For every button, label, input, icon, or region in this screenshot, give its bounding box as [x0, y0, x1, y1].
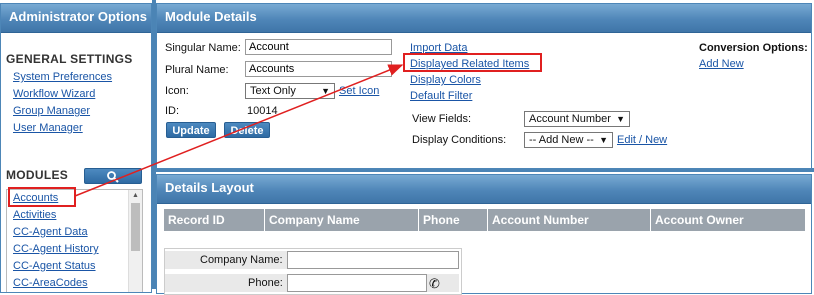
- column-record-id[interactable]: Record ID: [164, 209, 265, 231]
- default-filter-link[interactable]: Default Filter: [410, 90, 472, 102]
- module-item-cc-areacodes[interactable]: CC-AreaCodes: [13, 277, 88, 289]
- icon-label: Icon:: [165, 85, 189, 97]
- modules-list: Accounts Activities CC-Agent Data CC-Age…: [6, 189, 143, 292]
- company-name-form-label: Company Name:: [200, 254, 283, 266]
- set-icon-link[interactable]: Set Icon: [339, 85, 379, 97]
- nav-link-system-preferences[interactable]: System Preferences: [13, 71, 112, 83]
- singular-name-label: Singular Name:: [165, 42, 241, 54]
- chevron-down-icon: ▼: [599, 135, 608, 145]
- search-icon: [107, 171, 119, 183]
- view-fields-value: Account Number: [529, 113, 611, 125]
- plural-name-label: Plural Name:: [165, 64, 229, 76]
- column-account-owner[interactable]: Account Owner: [651, 209, 805, 231]
- layout-form: Company Name: Phone: ✆: [164, 248, 462, 295]
- plural-name-input[interactable]: [245, 61, 392, 77]
- icon-select[interactable]: Text Only ▼: [245, 83, 335, 99]
- module-item-activities[interactable]: Activities: [13, 209, 56, 221]
- delete-button[interactable]: Delete: [224, 122, 270, 138]
- icon-select-value: Text Only: [250, 85, 296, 97]
- scroll-thumb[interactable]: [131, 203, 140, 251]
- module-details-panel: Module Details Singular Name: Plural Nam…: [156, 3, 812, 169]
- display-conditions-select[interactable]: -- Add New -- ▼: [524, 132, 613, 148]
- update-button[interactable]: Update: [166, 122, 216, 138]
- module-item-cc-agent-data[interactable]: CC-Agent Data: [13, 226, 88, 238]
- modules-heading: MODULES: [6, 168, 69, 182]
- general-settings-heading: GENERAL SETTINGS: [6, 52, 133, 66]
- add-new-conversion-link[interactable]: Add New: [699, 58, 744, 70]
- display-conditions-value: -- Add New --: [529, 134, 594, 146]
- column-phone[interactable]: Phone: [419, 209, 488, 231]
- edit-new-link[interactable]: Edit / New: [617, 134, 667, 146]
- company-name-form-input[interactable]: [287, 251, 459, 269]
- display-colors-link[interactable]: Display Colors: [410, 74, 481, 86]
- display-conditions-label: Display Conditions:: [412, 134, 507, 146]
- admin-options-panel: Administrator Options GENERAL SETTINGS S…: [0, 3, 152, 293]
- details-layout-title: Details Layout: [157, 175, 811, 204]
- nav-link-workflow-wizard[interactable]: Workflow Wizard: [13, 88, 95, 100]
- id-value: 10014: [247, 105, 278, 117]
- phone-form-input[interactable]: [287, 274, 427, 292]
- phone-form-label: Phone:: [248, 277, 283, 289]
- scroll-up-icon[interactable]: ▲: [129, 190, 142, 202]
- view-fields-label: View Fields:: [412, 113, 472, 125]
- displayed-related-items-link[interactable]: Displayed Related Items: [410, 58, 529, 70]
- import-data-link[interactable]: Import Data: [410, 42, 467, 54]
- nav-link-user-manager[interactable]: User Manager: [13, 122, 83, 134]
- conversion-options-label: Conversion Options:: [699, 42, 808, 54]
- module-item-accounts[interactable]: Accounts: [13, 192, 58, 204]
- column-account-number[interactable]: Account Number: [488, 209, 651, 231]
- module-item-cc-agent-status[interactable]: CC-Agent Status: [13, 260, 96, 272]
- view-fields-select[interactable]: Account Number ▼: [524, 111, 630, 127]
- nav-link-group-manager[interactable]: Group Manager: [13, 105, 90, 117]
- module-item-cc-agent-history[interactable]: CC-Agent History: [13, 243, 99, 255]
- admin-options-title: Administrator Options: [1, 4, 151, 33]
- chevron-down-icon: ▼: [321, 86, 330, 96]
- id-label: ID:: [165, 105, 180, 117]
- chevron-down-icon: ▼: [616, 114, 625, 124]
- module-search-button[interactable]: [84, 168, 142, 184]
- column-company-name[interactable]: Company Name: [265, 209, 419, 231]
- phone-icon[interactable]: ✆: [429, 276, 440, 292]
- modules-scrollbar[interactable]: ▲: [128, 190, 142, 292]
- module-details-title: Module Details: [157, 4, 811, 33]
- singular-name-input[interactable]: [245, 39, 392, 55]
